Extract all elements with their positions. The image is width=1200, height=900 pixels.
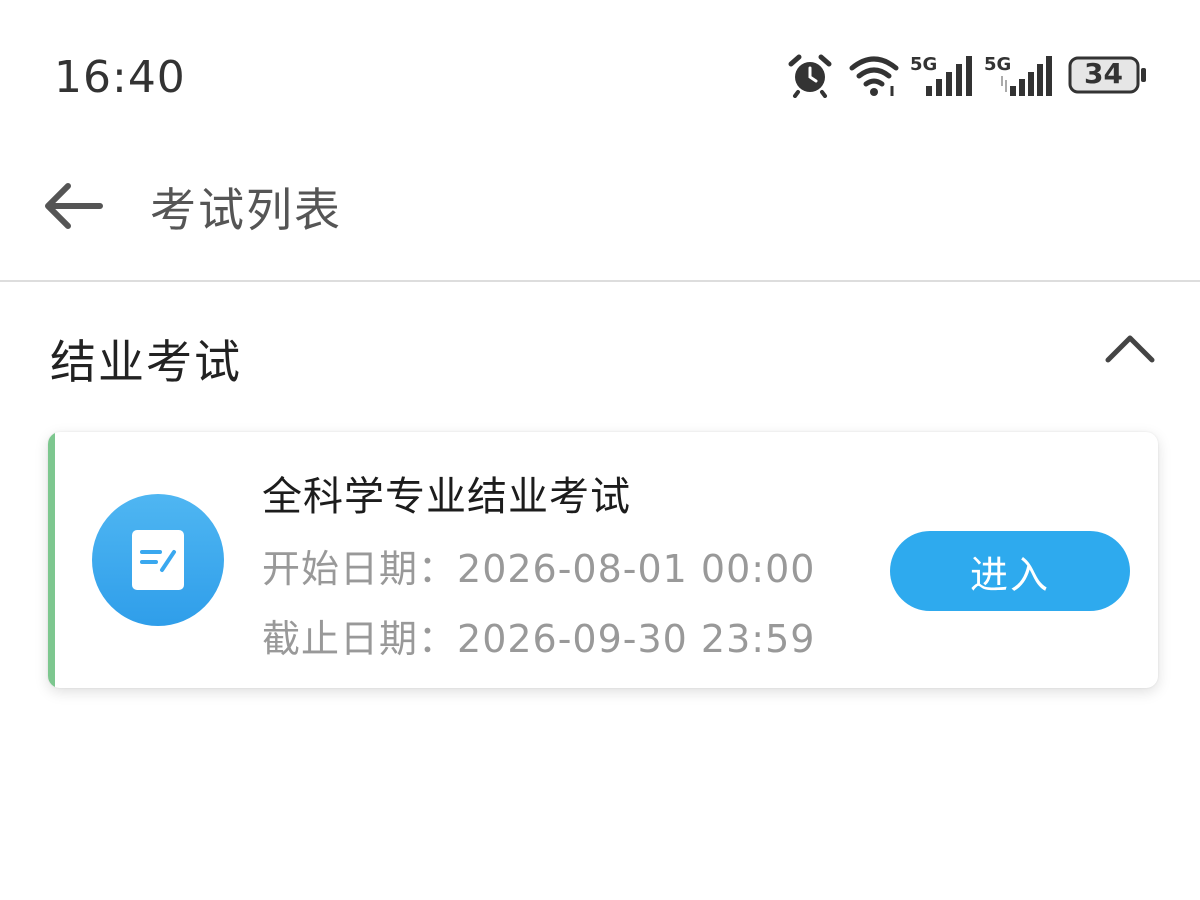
alarm-icon: [788, 54, 832, 98]
chevron-up-icon: [1105, 335, 1155, 363]
enter-button[interactable]: 进入: [890, 531, 1130, 611]
exam-icon-circle: [92, 494, 224, 626]
nav-divider: [0, 280, 1200, 282]
start-date-value: 2026-08-01 00:00: [457, 547, 816, 591]
section-title: 结业考试: [50, 335, 242, 389]
battery-level: 34: [1084, 57, 1123, 90]
exam-card: 全科学专业结业考试 开始日期：2026-08-01 00:00 截止日期：202…: [48, 432, 1158, 688]
arrow-left-icon: [45, 183, 103, 229]
signal-icon: [1001, 56, 1052, 96]
start-date-label: 开始日期：: [262, 547, 458, 591]
signal-icon: [926, 56, 972, 96]
end-date-value: 2026-09-30 23:59: [457, 617, 816, 661]
card-accent-bar: [48, 432, 55, 688]
nav-bar: 考试列表: [0, 150, 1200, 280]
document-edit-icon: [132, 530, 184, 590]
collapse-button[interactable]: [1100, 328, 1160, 368]
status-bar: 16:40 5G 5G 34: [0, 0, 1200, 150]
start-date-row: 开始日期：2026-08-01 00:00: [262, 538, 815, 593]
status-time: 16:40: [54, 52, 186, 103]
back-button[interactable]: [40, 180, 112, 232]
status-icons: 5G 5G 34: [786, 52, 1156, 102]
end-date-label: 截止日期：: [262, 617, 458, 661]
end-date-row: 截止日期：2026-09-30 23:59: [262, 608, 815, 663]
page-title: 考试列表: [150, 183, 342, 237]
wifi-icon: [849, 56, 899, 96]
section-header[interactable]: 结业考试: [0, 300, 1200, 410]
exam-name: 全科学专业结业考试: [262, 474, 631, 520]
